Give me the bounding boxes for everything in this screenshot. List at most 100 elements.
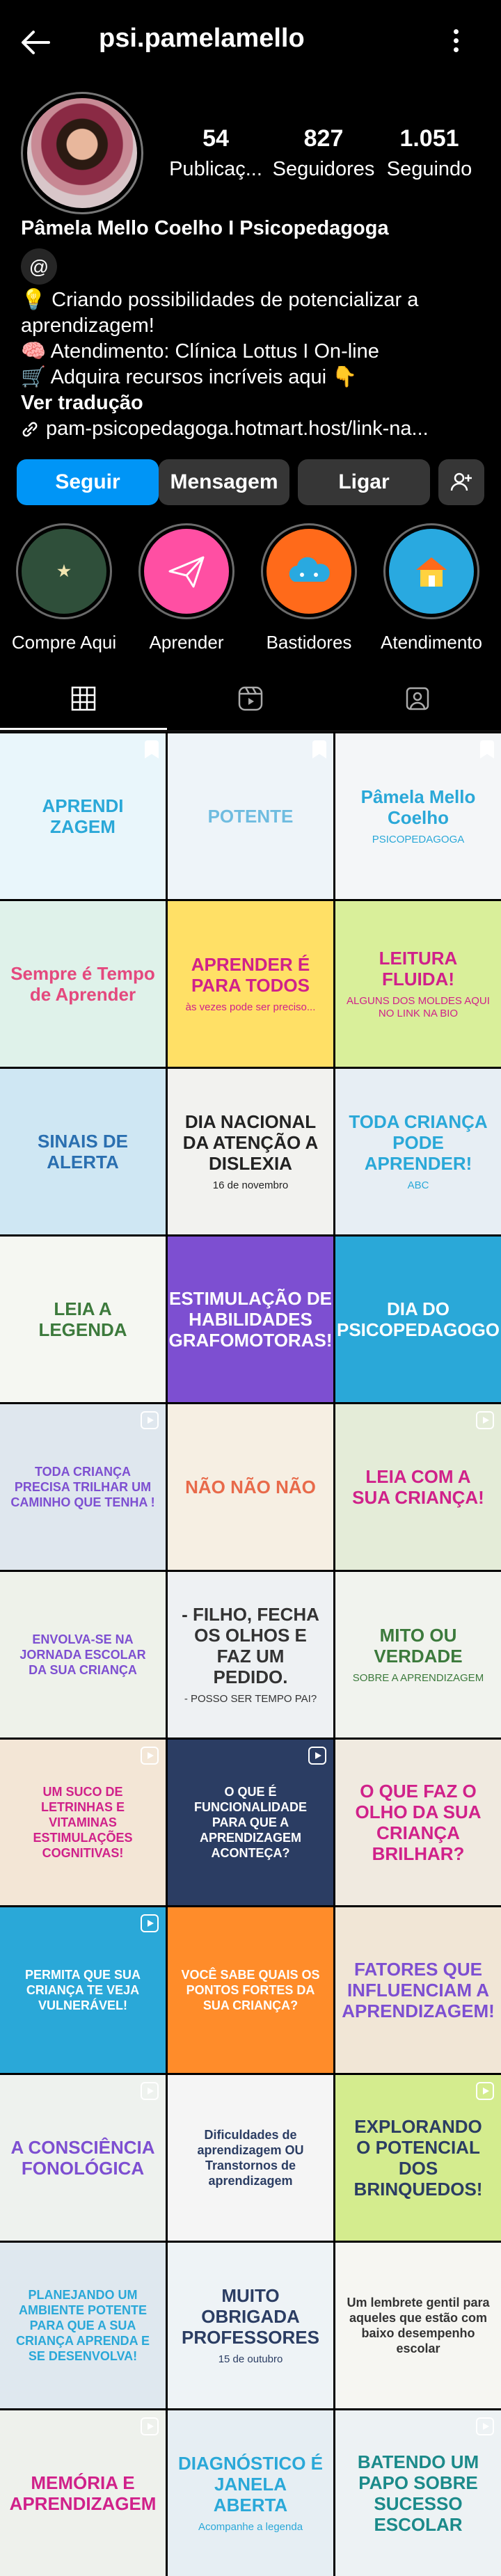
tab-reels[interactable] — [167, 668, 334, 729]
stat-following[interactable]: 1.051 Seguindo — [377, 125, 482, 181]
post-thumbnail[interactable]: DIAGNÓSTICO É JANELA ABERTA Acompanhe a l… — [168, 2410, 333, 2576]
pinned-icon — [480, 740, 494, 758]
paper-plane-icon — [144, 529, 229, 614]
post-thumbnail[interactable]: MEMÓRIA E APRENDIZAGEM — [0, 2410, 166, 2576]
post-thumbnail[interactable]: POTENTE — [168, 733, 333, 899]
profile-display-name: Pâmela Mello Coelho I Psicopedagoga — [21, 217, 389, 239]
pinned-icon — [312, 740, 326, 758]
profile-bio: Pâmela Mello Coelho I Psicopedagoga @ 💡 … — [21, 216, 487, 442]
post-thumbnail[interactable]: SINAIS DE ALERTA — [0, 1069, 166, 1234]
stat-followers[interactable]: 827 Seguidores — [271, 125, 376, 181]
post-thumbnail[interactable]: Um lembrete gentil para aqueles que estã… — [335, 2243, 501, 2408]
reels-icon — [238, 686, 263, 711]
post-title: O QUE FAZ O OLHO DA SUA CRIANÇA BRILHAR? — [355, 1781, 482, 1864]
see-translation-link[interactable]: Ver tradução — [21, 390, 487, 416]
post-thumbnail[interactable]: Pâmela Mello Coelho PSICOPEDAGOGA — [335, 733, 501, 899]
post-thumbnail[interactable]: Dificuldades de aprendizagem OU Transtor… — [168, 2075, 333, 2241]
bio-line-3: 🛒 Adquira recursos incríveis aqui 👇 — [21, 366, 358, 388]
post-thumbnail[interactable]: VOCÊ SABE QUAIS OS PONTOS FORTES DA SUA … — [168, 1907, 333, 2073]
post-title: - FILHO, FECHA OS OLHOS E FAZ UM PEDIDO. — [182, 1604, 319, 1687]
post-thumbnail[interactable]: MITO OU VERDADE SOBRE A APRENDIZAGEM — [335, 1572, 501, 1738]
follow-button[interactable]: Seguir — [17, 459, 159, 505]
highlight-label: Atendimento — [381, 632, 482, 653]
stat-followers-count: 827 — [303, 125, 344, 152]
post-thumbnail[interactable]: EXPLORANDO O POTENCIAL DOS BRINQUEDOS! — [335, 2075, 501, 2241]
post-title: MITO OU VERDADE — [374, 1625, 463, 1667]
post-thumbnail[interactable]: TODA CRIANÇA PODE APRENDER! ABC — [335, 1069, 501, 1234]
post-thumbnail[interactable]: BATENDO UM PAPO SOBRE SUCESSO ESCOLAR — [335, 2410, 501, 2576]
post-title: POTENTE — [207, 806, 294, 827]
bio-link[interactable]: pam-psicopedagoga.hotmart.host/link-na..… — [21, 416, 487, 442]
threads-icon[interactable]: @ — [21, 248, 57, 285]
reel-icon — [476, 2082, 494, 2100]
post-thumbnail[interactable]: O QUE FAZ O OLHO DA SUA CRIANÇA BRILHAR? — [335, 1740, 501, 1905]
stat-posts[interactable]: 54 Publicaç... — [164, 125, 268, 181]
highlight-label: Bastidores — [266, 632, 352, 653]
profile-avatar[interactable] — [21, 92, 143, 214]
suggest-people-button[interactable] — [438, 459, 484, 505]
bio-line-2: 🧠 Atendimento: Clínica Lottus I On-line — [21, 340, 379, 363]
message-button[interactable]: Mensagem — [159, 459, 289, 505]
post-title: A CONSCIÊNCIA FONOLÓGICA — [10, 2137, 155, 2179]
post-title: NÃO NÃO NÃO — [185, 1477, 316, 1497]
reel-icon — [308, 1747, 326, 1765]
bio-line-1: 💡 Criando possibilidades de potencializa… — [21, 289, 419, 337]
post-thumbnail[interactable]: Sempre é Tempo de Aprender — [0, 901, 166, 1067]
stat-posts-count: 54 — [202, 125, 229, 152]
profile-tabs — [0, 668, 501, 731]
profile-username: psi.pamelamello — [99, 24, 305, 53]
post-thumbnail[interactable]: LEIA COM A SUA CRIANÇA! — [335, 1404, 501, 1570]
post-subtitle: PSICOPEDAGOGA — [372, 834, 465, 845]
post-title: Um lembrete gentil para aqueles que estã… — [347, 2296, 490, 2355]
post-title: O QUE É FUNCIONALIDADE PARA QUE A APREND… — [194, 1785, 307, 1860]
post-subtitle: Acompanhe a legenda — [198, 2521, 303, 2533]
post-thumbnail[interactable]: TODA CRIANÇA PRECISA TRILHAR UM CAMINHO … — [0, 1404, 166, 1570]
post-thumbnail[interactable]: PLANEJANDO UM AMBIENTE POTENTE PARA QUE … — [0, 2243, 166, 2408]
post-thumbnail[interactable]: APRENDER É PARA TODOS às vezes pode ser p… — [168, 901, 333, 1067]
post-title: LEIA A LEGENDA — [38, 1298, 127, 1340]
post-thumbnail[interactable]: LEITURA FLUIDA! ALGUNS DOS MOLDES AQUI NO… — [335, 901, 501, 1067]
post-title: Pâmela Mello Coelho — [360, 786, 476, 828]
post-thumbnail[interactable]: NÃO NÃO NÃO — [168, 1404, 333, 1570]
post-thumbnail[interactable]: LEIA A LEGENDA — [0, 1237, 166, 1402]
link-icon — [22, 422, 38, 436]
post-title: PERMITA QUE SUA CRIANÇA TE VEJA VULNERÁV… — [24, 1968, 141, 2012]
post-thumbnail[interactable]: DIA DO PSICOPEDAGOGO — [335, 1237, 501, 1402]
call-button[interactable]: Ligar — [298, 459, 430, 505]
post-subtitle: ALGUNS DOS MOLDES AQUI NO LINK NA BIO — [347, 995, 490, 1019]
post-thumbnail[interactable]: FATORES QUE INFLUENCIAM A APRENDIZAGEM! — [335, 1907, 501, 2073]
post-thumbnail[interactable]: ENVOLVA-SE NA JORNADA ESCOLAR DA SUA CRI… — [0, 1572, 166, 1738]
tab-grid[interactable] — [0, 668, 167, 730]
reel-icon — [141, 2082, 159, 2100]
post-thumbnail[interactable]: APRENDI ZAGEM — [0, 733, 166, 899]
tab-tagged[interactable] — [334, 668, 501, 729]
post-title: MUITO OBRIGADA PROFESSORES — [182, 2285, 319, 2348]
post-thumbnail[interactable]: PERMITA QUE SUA CRIANÇA TE VEJA VULNERÁV… — [0, 1907, 166, 2073]
post-title: MEMÓRIA E APRENDIZAGEM — [9, 2472, 157, 2514]
highlight-bastidores[interactable]: Bastidores — [250, 523, 368, 653]
pinned-icon — [145, 740, 159, 758]
post-title: TODA CRIANÇA PRECISA TRILHAR UM CAMINHO … — [10, 1465, 155, 1509]
tagged-icon — [406, 687, 429, 710]
grid-icon — [71, 686, 96, 711]
reel-icon — [141, 1914, 159, 1932]
post-title: FATORES QUE INFLUENCIAM A APRENDIZAGEM! — [342, 1959, 495, 2021]
post-thumbnail[interactable]: O QUE É FUNCIONALIDADE PARA QUE A APREND… — [168, 1740, 333, 1905]
reel-icon — [141, 1411, 159, 1429]
post-subtitle: 15 de outubro — [218, 2353, 283, 2365]
highlight-compre-aqui[interactable]: ★ Compre Aqui — [5, 523, 123, 653]
more-options-icon[interactable] — [445, 25, 466, 60]
post-thumbnail[interactable]: - FILHO, FECHA OS OLHOS E FAZ UM PEDIDO.… — [168, 1572, 333, 1738]
post-thumbnail[interactable]: ESTIMULAÇÃO DE HABILIDADES GRAFOMOTORAS! — [168, 1237, 333, 1402]
back-arrow-icon[interactable] — [18, 25, 53, 60]
highlight-aprender[interactable]: Aprender — [127, 523, 246, 653]
post-subtitle: SOBRE A APRENDIZAGEM — [352, 1672, 484, 1684]
post-thumbnail[interactable]: MUITO OBRIGADA PROFESSORES 15 de outubro — [168, 2243, 333, 2408]
post-thumbnail[interactable]: A CONSCIÊNCIA FONOLÓGICA — [0, 2075, 166, 2241]
post-title: BATENDO UM PAPO SOBRE SUCESSO ESCOLAR — [357, 2451, 479, 2535]
reel-icon — [476, 1411, 494, 1429]
highlight-atendimento[interactable]: Atendimento — [372, 523, 491, 653]
add-person-icon — [450, 472, 472, 491]
post-thumbnail[interactable]: DIA NACIONAL DA ATENÇÃO A DISLEXIA 16 de … — [168, 1069, 333, 1234]
post-thumbnail[interactable]: UM SUCO DE LETRINHAS E VITAMINAS ESTIMUL… — [0, 1740, 166, 1905]
